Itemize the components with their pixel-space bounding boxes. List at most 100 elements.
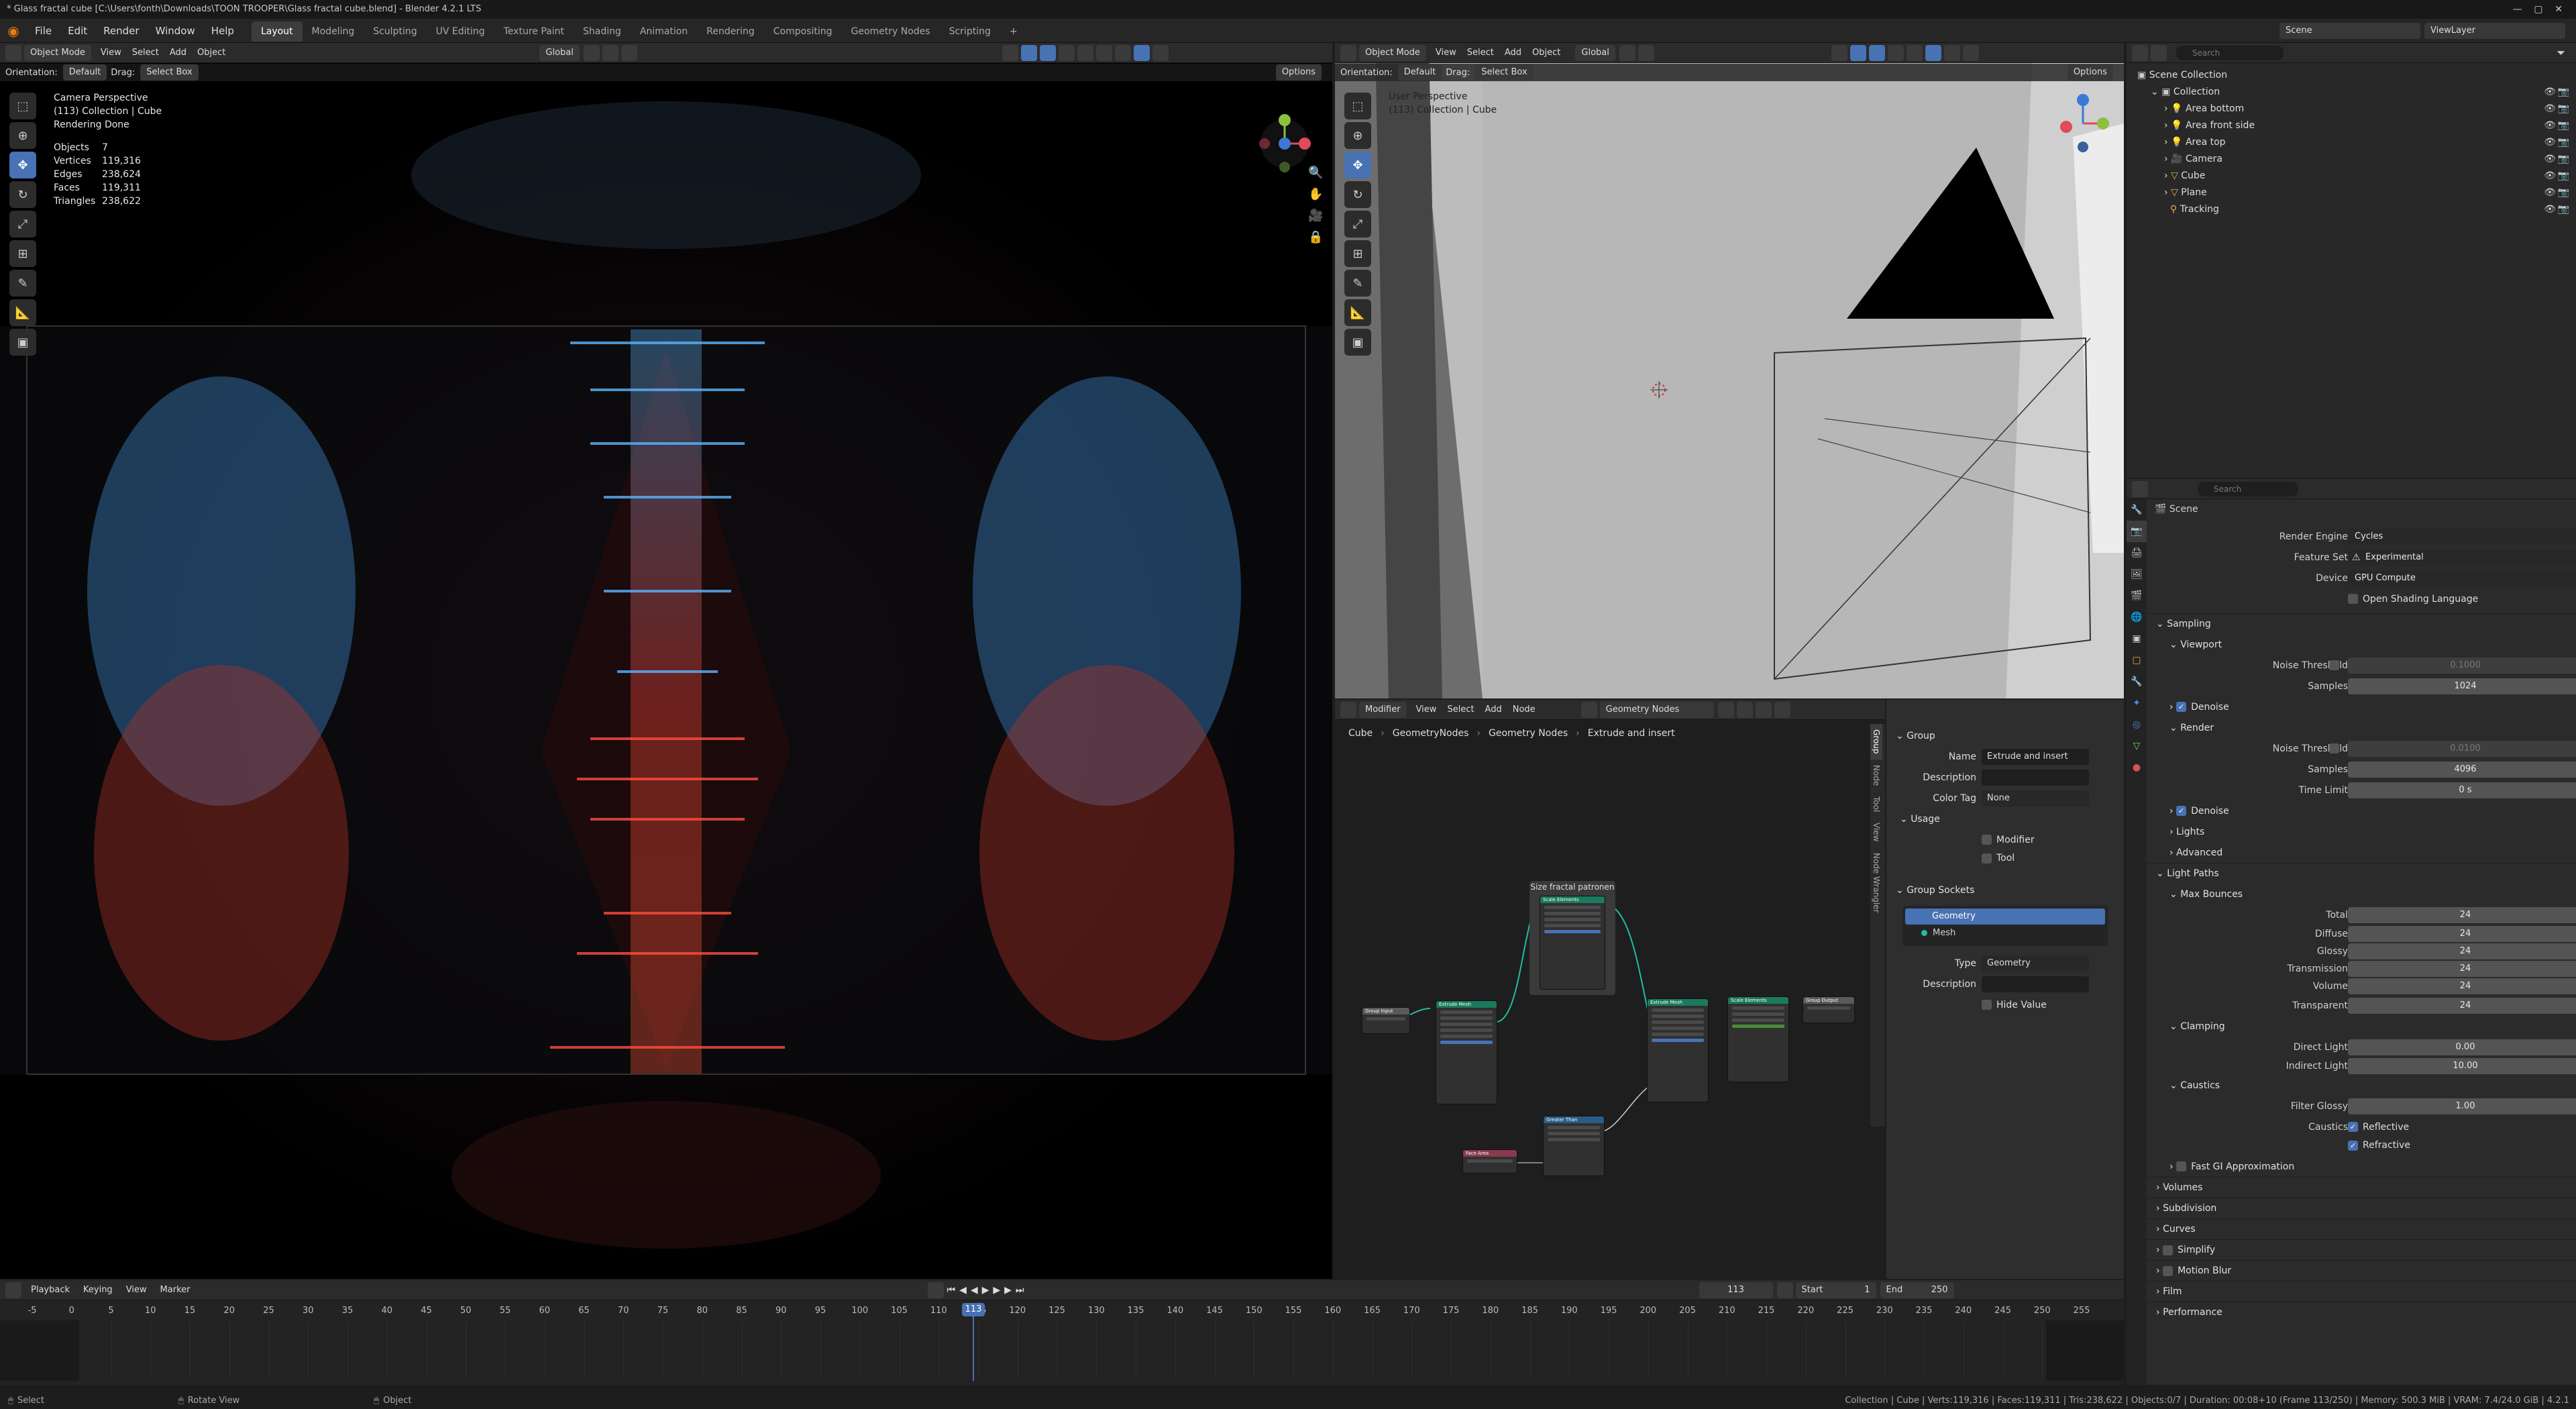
sampling-header[interactable]: ⌄ Sampling	[2147, 613, 2576, 634]
cursor-tool-icon[interactable]: ⊕	[1344, 122, 1371, 149]
osl-row[interactable]: Open Shading Language	[2147, 588, 2576, 609]
shading-solid-icon[interactable]	[1095, 44, 1112, 61]
shading-rendered-icon[interactable]	[1133, 44, 1150, 61]
checkbox[interactable]	[2163, 1265, 2174, 1276]
vp-menu-object[interactable]: Object	[192, 43, 231, 65]
bounce-field[interactable]: 24	[2348, 906, 2576, 923]
scale-tool-icon[interactable]: ⤢	[1344, 211, 1371, 238]
cursor-tool-icon[interactable]: ⊕	[9, 122, 36, 149]
vp-menu-object[interactable]: Object	[1527, 43, 1566, 65]
tree-row-object[interactable]: › 💡 Area top 👁 📷	[2137, 134, 2576, 151]
scale-elements-node-2[interactable]: Scale Elements	[1727, 996, 1789, 1082]
checkbox[interactable]: ✓	[2176, 702, 2187, 712]
checkbox[interactable]	[2163, 1245, 2174, 1255]
usage-tool-row[interactable]: Tool	[1886, 850, 2124, 866]
vp-menu-select[interactable]: Select	[1462, 43, 1499, 65]
snap-icon[interactable]	[602, 44, 619, 61]
tab-uv-editing[interactable]: UV Editing	[427, 21, 494, 42]
usage-modifier-row[interactable]: Modifier	[1886, 829, 2124, 850]
tab-animation[interactable]: Animation	[631, 21, 697, 42]
tab-node[interactable]: Node	[1870, 760, 1882, 791]
checkbox[interactable]	[1982, 1000, 1992, 1010]
viewport-subheader[interactable]: ⌄ Viewport	[2147, 634, 2576, 655]
viewport-noise-field[interactable]: 0.1000	[2348, 657, 2576, 674]
xray-icon[interactable]	[1058, 44, 1075, 61]
timeline-editor[interactable]: Playback Keying View Marker ⏮◀◀▶▶▶⏭ 113 …	[0, 1280, 2124, 1385]
checkbox[interactable]: ✓	[2348, 1122, 2358, 1132]
render-tab-icon[interactable]: 📷	[2127, 521, 2147, 542]
vp-menu-add[interactable]: Add	[1499, 43, 1527, 65]
proportional-edit-icon[interactable]	[621, 44, 637, 61]
socket-type-dropdown[interactable]: Geometry	[1982, 955, 2089, 972]
measure-tool-icon[interactable]: 📐	[1344, 299, 1371, 326]
filter-glossy-field[interactable]: 1.00	[2348, 1098, 2576, 1114]
checkbox[interactable]	[1982, 835, 1992, 845]
world-tab-icon[interactable]: 🌐	[2127, 607, 2147, 628]
fast-gi-row[interactable]: › Fast GI Approximation	[2147, 1156, 2576, 1177]
group-output-node[interactable]: Group Output	[1803, 996, 1855, 1023]
tree-row-object[interactable]: › 💡 Area front side 👁 📷	[2137, 117, 2576, 134]
clamping-subheader[interactable]: ⌄ Clamping	[2147, 1016, 2576, 1037]
pause-render-icon[interactable]	[1152, 44, 1169, 61]
particles-tab-icon[interactable]: ✦	[2127, 692, 2147, 714]
extrude-mesh-node[interactable]: Extrude Mesh	[1436, 1000, 1497, 1104]
indirect-light-field[interactable]: 10.00	[2348, 1058, 2576, 1074]
visibility-icon[interactable]	[1002, 44, 1018, 61]
tab-shading[interactable]: Shading	[574, 21, 631, 42]
bounce-field[interactable]: 24	[2348, 997, 2576, 1014]
advanced-subheader[interactable]: › Advanced	[2147, 842, 2576, 863]
tab-geometry-nodes[interactable]: Geometry Nodes	[842, 21, 940, 42]
usage-section-header[interactable]: ⌄ Usage	[1886, 808, 2124, 829]
group-sockets-header[interactable]: ⌄ Group Sockets	[1886, 880, 2124, 900]
checkbox[interactable]	[2176, 1161, 2187, 1171]
camera-view-icon[interactable]: 🎥	[1308, 205, 1323, 227]
bounce-field[interactable]: 24	[2348, 943, 2576, 959]
menu-file[interactable]: File	[27, 19, 60, 43]
xray-icon[interactable]	[1887, 44, 1904, 61]
render-subheader[interactable]: ⌄ Render	[2147, 717, 2576, 738]
orientation-dropdown[interactable]: Default	[62, 64, 107, 81]
frame-ruler[interactable]: -5 0 5 10 15 20 25 30 35 40 45 50 55 60 65 70 75 80 85 90 95…	[0, 1280, 2124, 1385]
mode-dropdown[interactable]: Object Mode	[24, 44, 91, 61]
tree-row-object[interactable]: › ▽ Plane 👁 📷	[2137, 185, 2576, 201]
vp-menu-view[interactable]: View	[1430, 43, 1462, 65]
checkbox[interactable]: ✓	[2348, 1140, 2358, 1151]
select-box-tool-icon[interactable]: ⬚	[9, 93, 36, 119]
menu-help[interactable]: Help	[203, 19, 242, 43]
drag-dropdown[interactable]: Select Box	[140, 64, 199, 81]
simplify-header[interactable]: › Simplify	[2147, 1239, 2576, 1260]
hide-value-row[interactable]: Hide Value	[1886, 994, 2124, 1015]
add-cube-tool-icon[interactable]: ▣	[1344, 329, 1371, 356]
color-tag-dropdown[interactable]: None	[1982, 790, 2089, 806]
user-perspective-viewport[interactable]: Object Mode View Select Add Object Globa…	[1335, 43, 2124, 698]
render-engine-dropdown[interactable]: Cycles	[2348, 528, 2576, 545]
move-tool-icon[interactable]: ✥	[1344, 152, 1371, 178]
gizmo-toggle-icon[interactable]	[1849, 44, 1866, 61]
tree-row-object[interactable]: › 🎥 Camera 👁 📷	[2137, 151, 2576, 168]
direct-light-field[interactable]: 0.00	[2348, 1039, 2576, 1055]
render-noise-field[interactable]: 0.0100	[2348, 740, 2576, 757]
move-tool-icon[interactable]: ✥	[9, 152, 36, 178]
volumes-header[interactable]: › Volumes	[2147, 1177, 2576, 1198]
navigation-gizmo[interactable]	[2046, 90, 2120, 157]
socket-item-mesh[interactable]: Mesh	[1905, 925, 2105, 941]
orientation-dropdown[interactable]: Default	[1397, 64, 1442, 81]
pivot-icon[interactable]	[1619, 44, 1635, 61]
tree-row-collection[interactable]: ⌄ ▣ Collection 👁 📷	[2137, 84, 2576, 101]
pivot-icon[interactable]	[583, 44, 600, 61]
scale-elements-node[interactable]: Scale Elements	[1540, 896, 1605, 990]
modifier-tab-icon[interactable]: 🔧	[2127, 671, 2147, 692]
tab-modeling[interactable]: Modeling	[303, 21, 364, 42]
transform-orientation-dropdown[interactable]: Global	[539, 44, 580, 61]
playhead-line[interactable]	[973, 1316, 974, 1381]
checkbox[interactable]: ✓	[2176, 806, 2187, 816]
visibility-icon[interactable]	[1831, 44, 1847, 61]
properties-search-input[interactable]: Search	[2198, 481, 2298, 497]
socket-description-field[interactable]	[1982, 976, 2089, 992]
mode-dropdown[interactable]: Object Mode	[1359, 44, 1426, 61]
measure-tool-icon[interactable]: 📐	[9, 299, 36, 326]
editor-type-icon[interactable]	[5, 44, 21, 61]
greater-than-node[interactable]: Greater Than	[1543, 1116, 1605, 1176]
view-layer-tab-icon[interactable]: 🖼	[2127, 564, 2147, 585]
render-samples-field[interactable]: 4096	[2348, 761, 2576, 778]
